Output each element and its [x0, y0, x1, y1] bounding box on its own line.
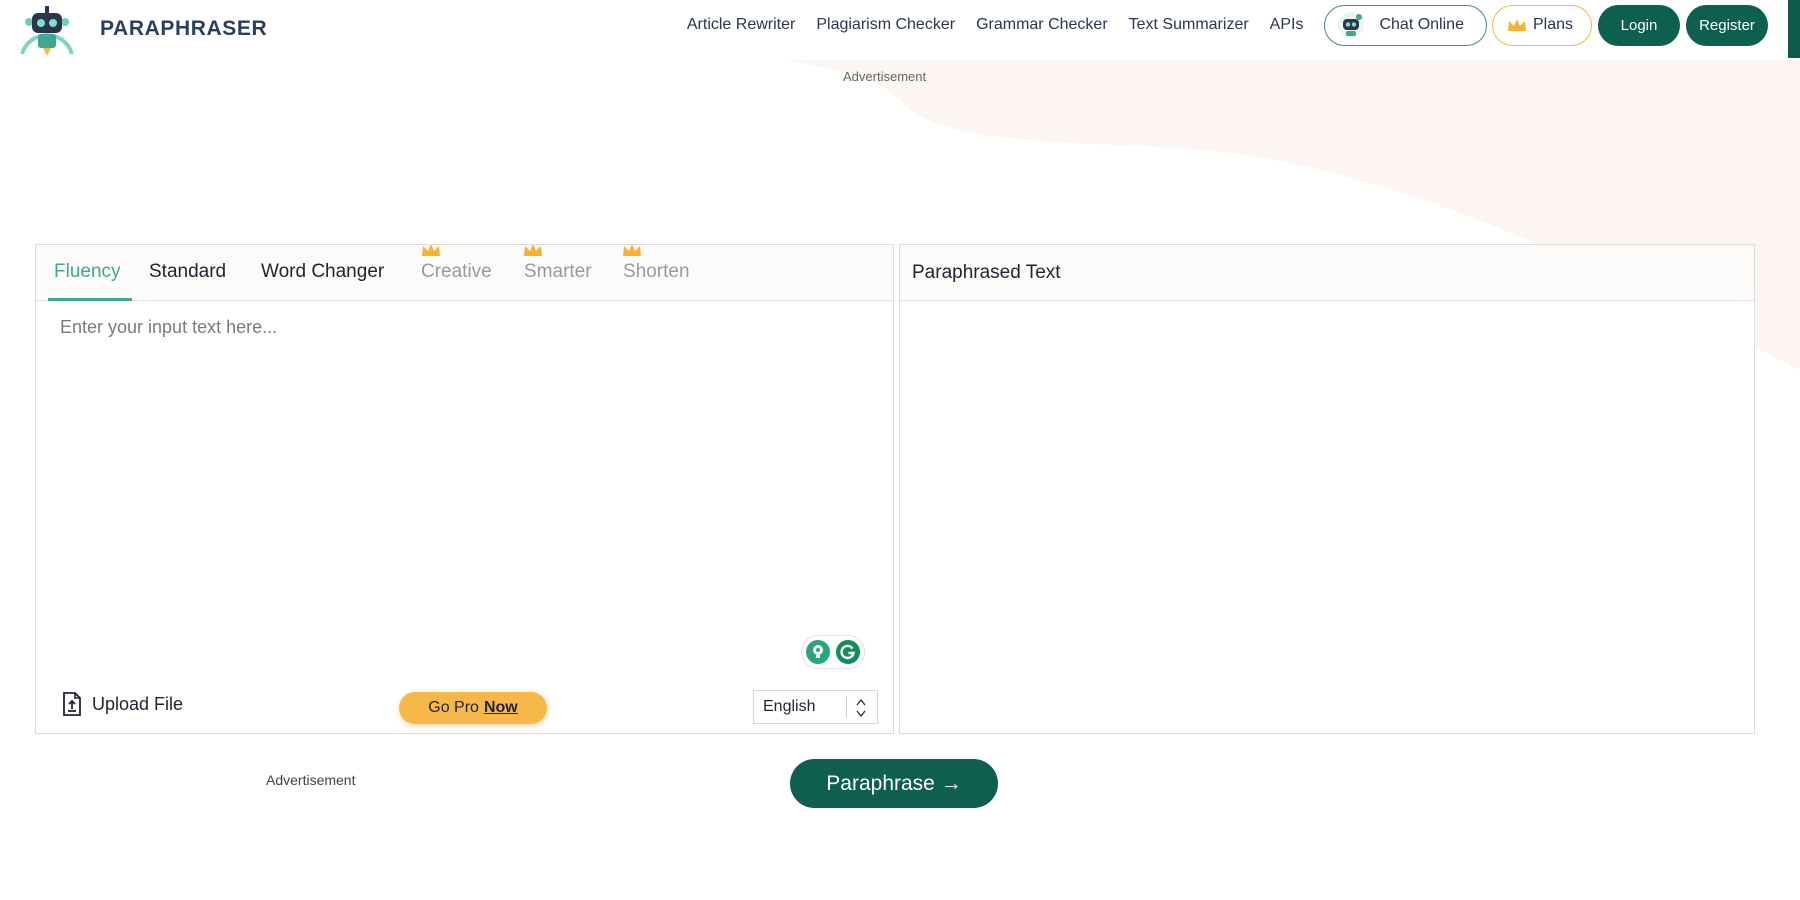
tab-fluency[interactable]: Fluency: [54, 261, 121, 283]
plans-label: Plans: [1532, 16, 1573, 33]
plans-button[interactable]: Plans: [1491, 4, 1592, 46]
chat-bot-icon: [1338, 12, 1365, 38]
header: PARAPHRASER Article Rewriter Plagiarism …: [0, 0, 1800, 60]
nav-text-summarizer[interactable]: Text Summarizer: [1129, 16, 1249, 34]
robot-logo-icon: [20, 6, 74, 56]
lightbulb-icon[interactable]: [806, 640, 830, 664]
go-pro-button[interactable]: Go Pro Now: [399, 692, 547, 724]
login-button[interactable]: Login: [1598, 4, 1680, 46]
select-arrows-icon: [856, 698, 866, 718]
tab-standard[interactable]: Standard: [149, 261, 226, 283]
go-pro-label: Go Pro: [428, 699, 479, 716]
tab-creative[interactable]: Creative: [421, 261, 492, 283]
advertisement-label-bottom: Advertisement: [266, 772, 356, 788]
upload-file-label: Upload File: [92, 693, 184, 714]
language-selected: English: [763, 698, 816, 715]
nav-article-rewriter[interactable]: Article Rewriter: [687, 16, 795, 34]
nav-apis[interactable]: APIs: [1270, 16, 1304, 34]
input-panel: Fluency Standard Word Changer Creative S…: [35, 244, 894, 734]
mode-tabs: Fluency Standard Word Changer Creative S…: [36, 244, 893, 301]
select-divider: [846, 696, 847, 718]
brand-logo[interactable]: PARAPHRASER: [18, 2, 267, 56]
output-panel: Paraphrased Text: [899, 244, 1755, 734]
register-button[interactable]: Register: [1686, 4, 1768, 46]
tab-smarter[interactable]: Smarter: [524, 261, 592, 283]
crown-icon: [1507, 19, 1526, 31]
tab-word-changer[interactable]: Word Changer: [261, 261, 384, 283]
writing-tools: [801, 635, 865, 669]
nav-plagiarism-checker[interactable]: Plagiarism Checker: [816, 16, 955, 34]
smarter-crown-icon: [524, 244, 542, 256]
shorten-crown-icon: [623, 244, 641, 256]
creative-crown-icon: [422, 244, 440, 256]
chat-online-label: Chat Online: [1379, 16, 1464, 33]
output-header: Paraphrased Text: [900, 245, 1754, 301]
chat-online-button[interactable]: Chat Online: [1324, 4, 1487, 46]
upload-file-button[interactable]: Upload File: [62, 692, 183, 716]
brand-name: PARAPHRASER: [100, 17, 268, 40]
nav-grammar-checker[interactable]: Grammar Checker: [976, 16, 1108, 34]
paraphrase-button[interactable]: Paraphrase →: [790, 759, 998, 808]
advertisement-label-top: Advertisement: [843, 69, 927, 84]
language-select[interactable]: English: [753, 690, 878, 724]
input-textarea[interactable]: [36, 301, 893, 673]
top-nav: Article Rewriter Plagiarism Checker Gram…: [687, 4, 1768, 46]
upload-file-icon: [63, 692, 81, 716]
scrollbar[interactable]: [1788, 0, 1800, 58]
tab-shorten[interactable]: Shorten: [623, 261, 690, 283]
go-pro-emphasis: Now: [483, 699, 518, 716]
grammarly-icon[interactable]: [836, 640, 860, 664]
